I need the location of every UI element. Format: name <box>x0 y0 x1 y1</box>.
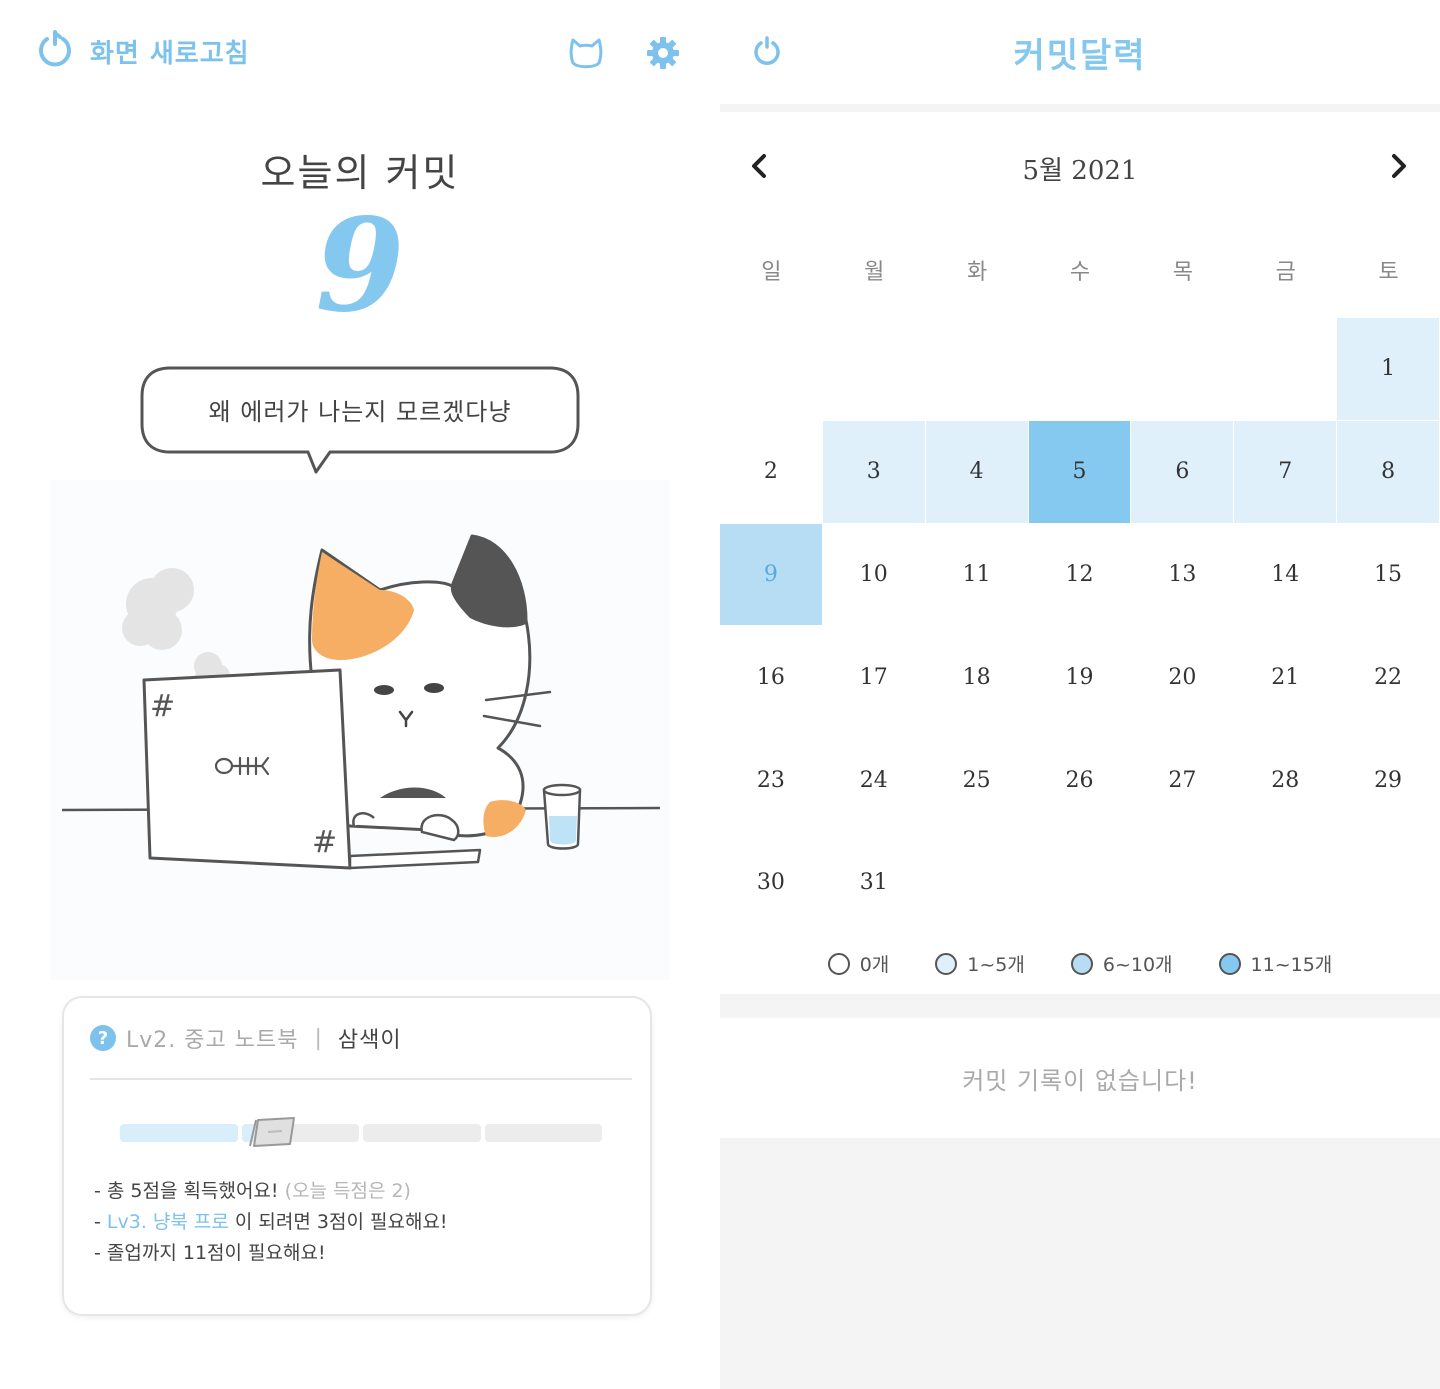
today-commit-count: 9 <box>315 191 405 341</box>
weekday-wed: 수 <box>1069 260 1091 285</box>
calendar-day[interactable]: 2 <box>720 421 822 523</box>
info-line-total: - 총 5점을 획득했어요! (오늘 득점은 2) <box>94 1176 448 1207</box>
calendar-day[interactable]: 6 <box>1131 420 1234 523</box>
calendar-day[interactable]: 28 <box>1234 729 1336 831</box>
calendar-day[interactable]: 24 <box>823 729 925 831</box>
calendar-day[interactable]: 19 <box>1029 626 1131 728</box>
empty-commit-message: 커밋 기록이 없습니다! <box>720 1018 1440 1138</box>
level-label: Lv2. 중고 노트북 <box>126 1028 299 1053</box>
commit-legend: 0개 1~5개 6~10개 11~15개 <box>720 950 1440 977</box>
laptop-hash-top: # <box>150 689 175 724</box>
calendar-day[interactable]: 10 <box>823 524 925 626</box>
cat-nickname: 삼색이 <box>337 1028 402 1053</box>
info-next-suffix: 이 되려면 3점이 필요해요! <box>228 1211 448 1233</box>
next-level-link[interactable]: Lv3. 냥북 프로 <box>107 1211 229 1233</box>
legend-item: 6~10개 <box>1070 950 1173 977</box>
calendar-day[interactable]: 26 <box>1029 729 1131 831</box>
refresh-icon <box>36 30 74 72</box>
legend-label: 0개 <box>859 954 890 976</box>
info-total-text: - 총 5점을 획득했어요! <box>94 1180 279 1202</box>
legend-item: 11~15개 <box>1218 950 1333 977</box>
calendar-header: 커밋달력 <box>720 0 1440 104</box>
level-card: ? Lv2. 중고 노트북 | 삼색이 - 총 5점을 획득했어요! (오늘 득… <box>62 996 652 1316</box>
calendar-day[interactable]: 1 <box>1337 318 1439 420</box>
calendar-day[interactable]: 18 <box>926 626 1028 728</box>
month-navigator: 5월 2021 <box>720 146 1440 186</box>
progress-segment <box>120 1124 238 1142</box>
calendar-day[interactable]: 8 <box>1337 420 1439 523</box>
laptop-hash-bottom: # <box>312 825 337 860</box>
calendar-day[interactable]: 23 <box>720 729 822 831</box>
calendar-day[interactable]: 14 <box>1234 524 1336 626</box>
calendar-day[interactable]: 5 <box>1028 420 1131 523</box>
today-commit-title: 오늘의 커밋 <box>260 151 460 195</box>
next-month-button[interactable] <box>1388 150 1410 186</box>
weekday-thu: 목 <box>1172 260 1193 285</box>
help-icon[interactable]: ? <box>90 1025 116 1051</box>
calendar-day[interactable]: 30 <box>720 832 822 934</box>
calendar-day[interactable]: 29 <box>1337 729 1439 831</box>
calendar-day[interactable]: 9 <box>720 523 822 626</box>
cat-icon[interactable] <box>568 37 604 73</box>
calendar-day[interactable]: 12 <box>1029 524 1131 626</box>
legend-label: 6~10개 <box>1102 954 1173 976</box>
calendar-day[interactable]: 7 <box>1234 420 1337 523</box>
info-line-graduation: - 졸업까지 11점이 필요해요! <box>94 1242 326 1264</box>
calendar-day[interactable]: 20 <box>1131 626 1233 728</box>
home-panel: 화면 새로고침 오늘의 커밋 9 왜 에러가 나는지 모르겠다냥 # # ? L… <box>0 0 720 1389</box>
calendar-day[interactable]: 21 <box>1234 626 1336 728</box>
weekday-tue: 화 <box>967 260 988 285</box>
progress-laptop-icon <box>246 1114 298 1154</box>
weekday-header: 일 월 화 수 목 금 토 <box>720 254 1440 286</box>
calendar-day[interactable]: 16 <box>720 626 822 728</box>
progress-segment <box>363 1124 481 1142</box>
calendar-day[interactable]: 25 <box>926 729 1028 831</box>
calendar-day[interactable]: 27 <box>1131 729 1233 831</box>
speech-text: 왜 에러가 나는지 모르겠다냥 <box>208 398 512 426</box>
calendar-day[interactable]: 11 <box>926 524 1028 626</box>
calendar-day[interactable]: 17 <box>823 626 925 728</box>
month-label: 5월 2021 <box>1022 156 1138 186</box>
legend-dot-icon <box>1218 952 1241 975</box>
legend-label: 11~15개 <box>1250 954 1333 976</box>
progress-segment <box>484 1124 602 1142</box>
calendar-day[interactable]: 22 <box>1337 626 1439 728</box>
weekday-mon: 월 <box>864 260 885 285</box>
weekday-sun: 일 <box>761 260 782 285</box>
weekday-fri: 금 <box>1275 260 1296 285</box>
refresh-button[interactable]: 화면 새로고침 <box>36 30 250 72</box>
info-line-next: - Lv3. 냥북 프로 이 되려면 3점이 필요해요! <box>94 1207 448 1238</box>
cat-illustration: # # <box>50 480 670 980</box>
calendar-title: 커밋달력 <box>1013 36 1147 76</box>
gear-icon[interactable] <box>646 36 680 74</box>
refresh-label: 화면 새로고침 <box>90 38 250 69</box>
calendar-panel: 커밋달력 5월 2021 일 월 화 수 목 금 토 1 2 3 4 5 6 7 8 9 10 11… <box>720 0 1440 1389</box>
legend-dot-icon <box>935 952 958 975</box>
weekday-sat: 토 <box>1378 260 1399 285</box>
calendar-day[interactable]: 3 <box>822 420 925 523</box>
info-today-score: (오늘 득점은 2) <box>284 1180 411 1202</box>
info-next-prefix: - <box>94 1211 107 1233</box>
level-divider: | <box>314 1025 322 1051</box>
legend-item: 1~5개 <box>935 950 1025 977</box>
legend-label: 1~5개 <box>967 954 1025 976</box>
level-progress-bar <box>120 1124 602 1142</box>
legend-dot-icon <box>1070 952 1093 975</box>
level-info-lines: - 총 5점을 획득했어요! (오늘 득점은 2) - Lv3. 냥북 프로 이… <box>94 1176 448 1269</box>
legend-item: 0개 <box>827 950 890 977</box>
calendar-day[interactable]: 15 <box>1337 524 1439 626</box>
calendar-day[interactable]: 4 <box>925 420 1028 523</box>
legend-dot-icon <box>827 952 850 975</box>
calendar: 5월 2021 일 월 화 수 목 금 토 1 2 3 4 5 6 7 8 9 10 11 12 13 1… <box>720 112 1440 994</box>
calendar-day[interactable]: 13 <box>1131 524 1233 626</box>
calendar-day[interactable]: 31 <box>823 832 925 934</box>
card-divider <box>90 1078 632 1080</box>
